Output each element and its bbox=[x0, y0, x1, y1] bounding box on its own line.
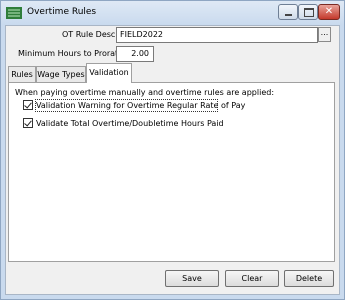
close-icon: ✕ bbox=[324, 6, 334, 17]
validation-heading: When paying overtime manually and overti… bbox=[15, 88, 275, 97]
minimize-icon bbox=[285, 14, 292, 16]
title-bar[interactable]: Overtime Rules ✕ bbox=[1, 1, 344, 25]
ot-rule-description-field[interactable]: FIELD2022 bbox=[116, 27, 318, 43]
minimum-hours-field[interactable]: 2.00 bbox=[116, 46, 154, 62]
validation-warning-checkbox[interactable] bbox=[23, 100, 33, 110]
minimum-hours-label: Minimum Hours to Prorate: bbox=[18, 49, 126, 58]
save-button[interactable]: Save bbox=[165, 270, 219, 287]
checkmark-icon bbox=[24, 100, 32, 109]
checkmark-icon bbox=[24, 118, 32, 127]
delete-button[interactable]: Delete bbox=[284, 270, 334, 287]
validate-total-hours-option[interactable]: Validate Total Overtime/Doubletime Hours… bbox=[23, 118, 224, 130]
validate-total-hours-label: Validate Total Overtime/Doubletime Hours… bbox=[36, 119, 224, 128]
tab-rules[interactable]: Rules bbox=[8, 66, 36, 82]
app-icon bbox=[6, 7, 22, 19]
minimize-button[interactable] bbox=[278, 4, 298, 20]
window-title: Overtime Rules bbox=[27, 7, 97, 17]
tab-validation[interactable]: Validation bbox=[86, 63, 132, 83]
maximize-icon bbox=[304, 8, 314, 17]
tab-wage-types[interactable]: Wage Types bbox=[36, 66, 86, 82]
validate-total-hours-checkbox[interactable] bbox=[23, 118, 33, 128]
clear-button[interactable]: Clear bbox=[225, 270, 279, 287]
browse-button[interactable]: ... bbox=[318, 27, 331, 42]
focus-rectangle bbox=[35, 99, 218, 112]
close-button[interactable]: ✕ bbox=[318, 4, 340, 20]
maximize-button[interactable] bbox=[298, 4, 318, 20]
